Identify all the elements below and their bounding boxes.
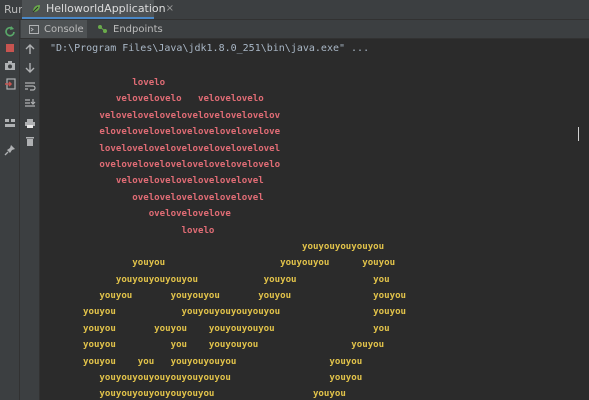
you-line: youyou youyouyouyouyouyou youyou [83, 307, 407, 318]
you-line: youyou you youyouyou youyou [83, 340, 385, 351]
camera-icon[interactable] [2, 58, 17, 73]
pin-icon[interactable] [2, 142, 17, 157]
soft-wrap-icon[interactable] [22, 78, 37, 93]
love-line: velovelovelo velovelovelo [83, 94, 264, 105]
tab-console[interactable]: Console [21, 20, 87, 38]
you-line: youyouyouyouyou youyou you [83, 274, 390, 285]
you-line: youyou youyouyou youyou youyou [83, 291, 407, 302]
program-output: lovelo velovelovelo velovelovelo velovel… [83, 75, 406, 400]
tab-console-label: Console [44, 23, 84, 35]
layout-icon[interactable] [2, 115, 17, 130]
you-line: youyouyouyouyouyouyouyou youyou [83, 373, 363, 384]
console-toolbar [20, 39, 40, 400]
love-line: velovelovelovelovelovelovel [83, 176, 264, 187]
arrow-up-icon[interactable] [22, 42, 37, 57]
tab-endpoints[interactable]: Endpoints [97, 20, 163, 38]
you-line: youyouyouyouyou [83, 241, 385, 252]
run-config-tab-label: HelloworldApplication [46, 2, 166, 15]
console-icon [29, 24, 39, 34]
you-line: youyouyouyouyouyouyou youyou [83, 389, 346, 400]
spring-leaf-icon [31, 3, 42, 14]
love-line: lovelo [83, 225, 215, 236]
love-line: ovelovelovelovelovelovelovelovelo [83, 159, 281, 170]
love-line: ovelovelovelovelovelovel [83, 192, 264, 203]
run-config-tab[interactable]: HelloworldApplication × [22, 0, 174, 19]
love-line: velovelovelovelovelovelovelovelov [83, 110, 281, 121]
tab-endpoints-label: Endpoints [113, 23, 163, 35]
scroll-to-end-icon[interactable] [22, 96, 37, 111]
console-subtabs: Console Endpoints [20, 20, 589, 39]
endpoints-icon [97, 24, 108, 34]
love-line: ovelovelovelove [83, 209, 231, 220]
you-line: youyou youyou youyouyouyou you [83, 323, 390, 334]
arrow-down-icon[interactable] [22, 60, 37, 75]
you-line: youyou youyouyou youyou [83, 258, 396, 269]
run-toolwindow-header: Run: HelloworldApplication × [0, 0, 589, 20]
trash-icon[interactable] [22, 134, 37, 149]
java-command-line: "D:\Program Files\Java\jdk1.8.0_251\bin\… [50, 43, 370, 54]
console-output[interactable]: "D:\Program Files\Java\jdk1.8.0_251\bin\… [40, 39, 589, 400]
love-line: lovelovelovelovelovelovelovelovel [83, 143, 281, 154]
rerun-icon[interactable] [2, 23, 17, 38]
close-icon[interactable]: × [166, 3, 174, 14]
run-actions-sidebar [0, 20, 20, 400]
love-line: elovelovelovelovelovelovelovelove [83, 127, 281, 138]
you-line: youyou you youyouyouyou youyou [83, 356, 363, 367]
stop-icon[interactable] [2, 40, 17, 55]
love-line: lovelo [83, 78, 166, 88]
text-caret [578, 127, 579, 141]
print-icon[interactable] [22, 116, 37, 131]
exit-icon[interactable] [2, 76, 17, 91]
